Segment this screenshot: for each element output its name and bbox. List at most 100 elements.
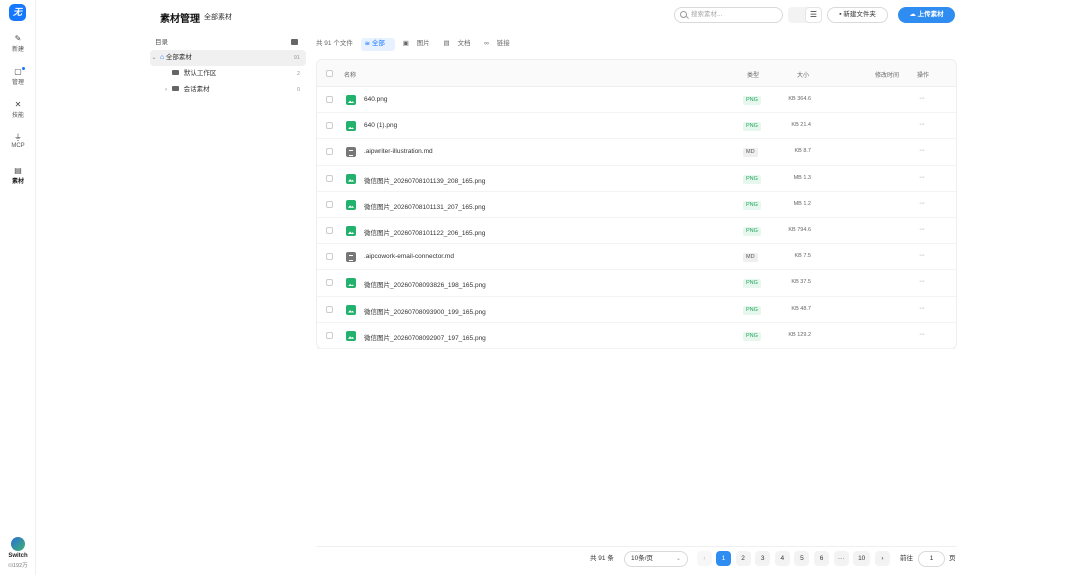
image-file-icon — [346, 330, 356, 341]
page-ellipsis[interactable]: ··· — [833, 551, 849, 566]
file-name[interactable]: 微信图片_20260708093826_198_165.png — [364, 279, 486, 289]
page-button[interactable]: 3 — [755, 551, 771, 566]
tree-item-count: 2 — [296, 71, 300, 77]
column-name[interactable]: 名称 — [344, 70, 356, 79]
chevron-down-icon[interactable]: ⌄ — [150, 50, 158, 66]
table-row[interactable]: 微信图片_20260708101122_206_165.png PNG 794.6 … — [317, 218, 956, 245]
file-type-badge: PNG — [743, 200, 761, 210]
tree-item-default-workspace[interactable]: 默认工作区 2 — [150, 66, 306, 82]
image-file-icon — [346, 199, 356, 210]
manage-icon: ▢ — [14, 67, 22, 76]
filter-images[interactable]: ▣ 图片 — [403, 38, 436, 51]
table-row[interactable]: 640.png PNG 364.6 KB ··· — [317, 87, 956, 114]
more-actions-icon[interactable]: ··· — [919, 252, 925, 259]
rail-item-skills[interactable]: ✕ 技能 — [0, 99, 36, 119]
goto-page-input[interactable]: 1 — [918, 551, 945, 567]
file-name[interactable]: .aipwriter-illustration.md — [364, 148, 433, 155]
table-row[interactable]: 微信图片_20260708093900_199_165.png PNG 48.7 K… — [317, 297, 956, 323]
column-size[interactable]: 大小 — [797, 70, 809, 79]
more-actions-icon[interactable]: ··· — [919, 278, 925, 285]
table-row[interactable]: 640 (1).png PNG 21.4 KB ··· — [317, 113, 956, 140]
table-row[interactable]: 微信图片_20260708092907_197_165.png PNG 129.2 … — [317, 323, 956, 349]
more-actions-icon[interactable]: ··· — [919, 174, 925, 181]
filter-docs[interactable]: ▤ 文档 — [444, 38, 477, 51]
row-checkbox[interactable] — [326, 174, 333, 182]
more-actions-icon[interactable]: ··· — [919, 147, 925, 154]
page-button[interactable]: 4 — [774, 551, 790, 566]
tree-item-all[interactable]: ⌄ ⌂ 全部素材 91 — [150, 50, 306, 66]
grid-view-icon[interactable] — [788, 7, 805, 23]
upload-label: 上传素材 — [917, 11, 944, 18]
cloud-upload-icon: ☁ — [909, 11, 916, 18]
per-page-select[interactable]: 10条/页 ⌄ — [624, 551, 688, 567]
avatar — [11, 537, 25, 551]
page-button[interactable]: 6 — [814, 551, 829, 566]
chevron-right-icon[interactable]: › — [162, 82, 170, 98]
table-row[interactable]: .aipwriter-illustration.md MD 8.7 KB ··· — [317, 139, 956, 166]
select-all-checkbox[interactable] — [326, 70, 333, 77]
more-actions-icon[interactable]: ··· — [919, 305, 925, 312]
file-name[interactable]: 微信图片_20260708101139_208_165.png — [364, 175, 485, 185]
file-name[interactable]: 微信图片_20260708093900_199_165.png — [364, 306, 486, 316]
file-name[interactable]: 640.png — [364, 96, 388, 103]
rail-item-assets[interactable]: ▤ 素材 — [0, 165, 36, 185]
file-name[interactable]: 微信图片_20260708092907_197_165.png — [364, 332, 486, 342]
file-name[interactable]: .aipcowork-email-connector.md — [364, 253, 454, 260]
row-checkbox[interactable] — [326, 279, 333, 287]
rail-item-manage[interactable]: ▢ 管理 — [0, 66, 36, 86]
page-button[interactable]: 1 — [716, 551, 731, 566]
rail-item-mcp[interactable]: ⏚ MCP — [0, 132, 36, 149]
tree-item-session-assets[interactable]: › 会话素材 0 — [150, 82, 306, 98]
app-logo[interactable]: 无 — [9, 4, 26, 21]
row-checkbox[interactable] — [326, 331, 333, 339]
more-actions-icon[interactable]: ··· — [919, 226, 925, 233]
row-checkbox[interactable] — [326, 305, 333, 313]
goto-label: 前往 — [900, 555, 913, 562]
view-toggle[interactable]: ☰ — [788, 7, 822, 23]
row-checkbox[interactable] — [326, 253, 333, 261]
workspace-switch[interactable]: Switch ⛁192万 — [0, 537, 36, 569]
list-view-icon[interactable]: ☰ — [805, 7, 822, 23]
pagination-total: 共 91 条 — [590, 555, 614, 562]
filter-links[interactable]: ∞ 链接 — [484, 38, 515, 51]
search-input[interactable]: 搜索素材... — [674, 7, 783, 23]
row-checkbox[interactable] — [326, 96, 333, 103]
add-folder-icon[interactable] — [291, 39, 298, 45]
page-button[interactable]: 5 — [794, 551, 810, 566]
row-checkbox[interactable] — [326, 200, 333, 208]
table-row[interactable]: .aipcowork-email-connector.md MD 7.5 KB ··· — [317, 244, 956, 271]
new-folder-button[interactable]: ▪ 新建文件夹 — [827, 7, 888, 23]
row-checkbox[interactable] — [326, 226, 333, 234]
file-name[interactable]: 微信图片_20260708101131_207_165.png — [364, 201, 485, 211]
more-actions-icon[interactable]: ··· — [919, 331, 925, 338]
rail-item-new[interactable]: ✎ 新建 — [0, 33, 36, 53]
row-checkbox[interactable] — [326, 122, 333, 130]
table-body: 640.png PNG 364.6 KB ··· 640 (1).png PNG 21.4 … — [317, 87, 956, 349]
table-row[interactable]: 微信图片_20260708101131_207_165.png PNG 1.2 MB… — [317, 192, 956, 218]
table-row[interactable]: 微信图片_20260708093826_198_165.png PNG 37.5 K… — [317, 270, 956, 297]
column-modified[interactable]: 修改时间 — [875, 70, 899, 79]
page-button[interactable]: 2 — [735, 551, 751, 566]
filter-all[interactable]: ≋ 全部 — [360, 38, 395, 51]
more-actions-icon[interactable]: ··· — [919, 121, 925, 128]
file-name[interactable]: 微信图片_20260708101122_206_165.png — [364, 227, 485, 237]
file-total: 共 91 个文件 — [316, 40, 353, 48]
file-size: 21.4 KB — [791, 122, 811, 129]
file-size: 48.7 KB — [791, 305, 811, 312]
tree-item-count: 0 — [296, 87, 300, 93]
image-file-icon — [346, 173, 356, 184]
page-button[interactable]: 10 — [853, 551, 871, 566]
file-size: 364.6 KB — [788, 96, 811, 102]
file-type-badge: MD — [743, 148, 758, 158]
home-icon: ⌂ — [159, 54, 165, 61]
more-actions-icon[interactable]: ··· — [919, 200, 925, 207]
column-type[interactable]: 类型 — [747, 70, 759, 79]
table-row[interactable]: 微信图片_20260708101139_208_165.png PNG 1.3 MB… — [317, 166, 956, 192]
file-name[interactable]: 640 (1).png — [364, 122, 397, 129]
prev-page-button[interactable]: ‹ — [697, 551, 712, 566]
more-actions-icon[interactable]: ··· — [919, 95, 925, 102]
tree-item-label: 默认工作区 — [183, 70, 217, 77]
next-page-button[interactable]: › — [875, 551, 890, 566]
row-checkbox[interactable] — [326, 148, 333, 156]
upload-button[interactable]: ☁ 上传素材 — [898, 7, 955, 23]
